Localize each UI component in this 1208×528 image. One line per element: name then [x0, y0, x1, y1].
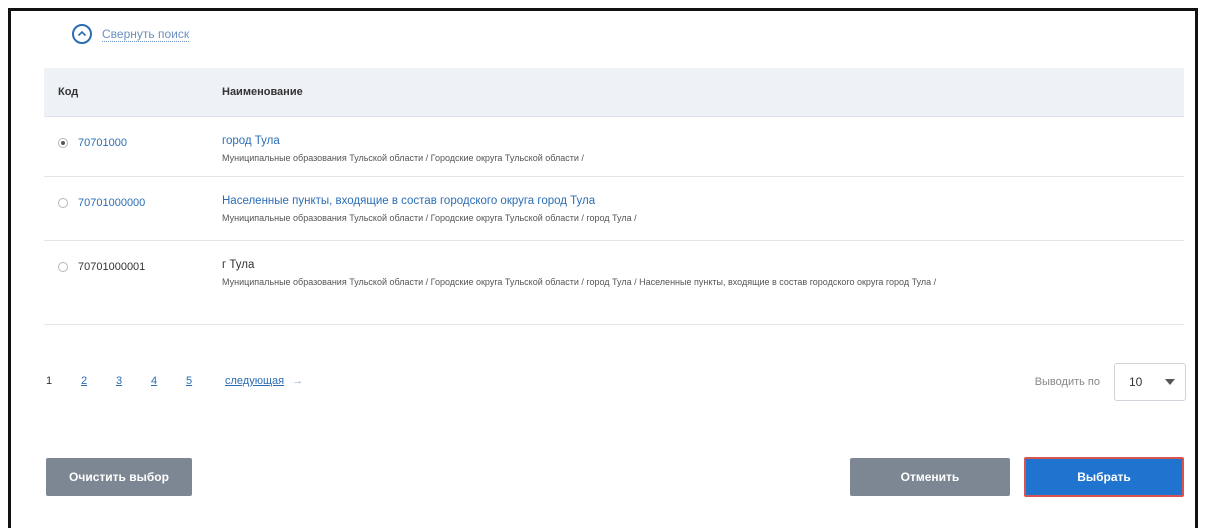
radio-button[interactable]	[58, 262, 68, 273]
page-1[interactable]: 1	[46, 375, 64, 387]
row-path: Муниципальные образования Тульской облас…	[222, 277, 937, 287]
name-cell: город Тула Муниципальные образования Тул…	[208, 116, 1184, 177]
caret-down-icon	[1165, 379, 1175, 385]
code-cell: 70701000	[44, 116, 208, 177]
table-row[interactable]: 70701000000 Населенные пункты, входящие …	[44, 176, 1184, 241]
next-page-link[interactable]: следующая	[225, 375, 284, 387]
cancel-button[interactable]: Отменить	[850, 458, 1010, 496]
per-page-control: Выводить по 10	[1035, 363, 1186, 401]
chevron-up-icon	[72, 24, 92, 44]
per-page-label: Выводить по	[1034, 376, 1100, 388]
radio-button[interactable]	[58, 138, 68, 149]
radio-button[interactable]	[58, 198, 68, 209]
clear-selection-button[interactable]: Очистить выбор	[46, 458, 192, 496]
row-name[interactable]: г Тула	[222, 259, 1170, 271]
row-code[interactable]: 70701000001	[78, 261, 145, 273]
page-3[interactable]: 3	[116, 375, 134, 387]
page-4[interactable]: 4	[151, 375, 169, 387]
per-page-select[interactable]: 10	[1114, 363, 1186, 401]
page-5[interactable]: 5	[186, 375, 204, 387]
table-header-row: Код Наименование	[44, 68, 1184, 117]
collapse-search-label: Свернуть поиск	[102, 26, 190, 42]
code-cell: 70701000001	[44, 240, 208, 325]
row-code[interactable]: 70701000	[78, 137, 127, 149]
select-button[interactable]: Выбрать	[1024, 457, 1184, 497]
row-code[interactable]: 70701000000	[78, 197, 145, 209]
row-path: Муниципальные образования Тульской облас…	[222, 153, 584, 163]
page-2[interactable]: 2	[81, 375, 99, 387]
row-name[interactable]: Населенные пункты, входящие в состав гор…	[222, 195, 1170, 207]
column-header-name: Наименование	[208, 68, 1184, 117]
results-table: Код Наименование 70701000 город Тула Мун…	[44, 68, 1184, 325]
row-name[interactable]: город Тула	[222, 135, 1170, 147]
collapse-search-toggle[interactable]: Свернуть поиск	[72, 24, 190, 44]
per-page-value: 10	[1129, 375, 1143, 389]
table-row[interactable]: 70701000001 г Тула Муниципальные образов…	[44, 240, 1184, 325]
pagination: 1 2 3 4 5 следующая →	[46, 375, 303, 387]
column-header-code: Код	[44, 68, 208, 117]
table-row[interactable]: 70701000 город Тула Муниципальные образо…	[44, 116, 1184, 177]
code-cell: 70701000000	[44, 176, 208, 241]
row-path: Муниципальные образования Тульской облас…	[222, 213, 637, 223]
arrow-right-icon[interactable]: →	[292, 375, 303, 387]
name-cell: г Тула Муниципальные образования Тульско…	[208, 240, 1184, 325]
name-cell: Населенные пункты, входящие в состав гор…	[208, 176, 1184, 241]
